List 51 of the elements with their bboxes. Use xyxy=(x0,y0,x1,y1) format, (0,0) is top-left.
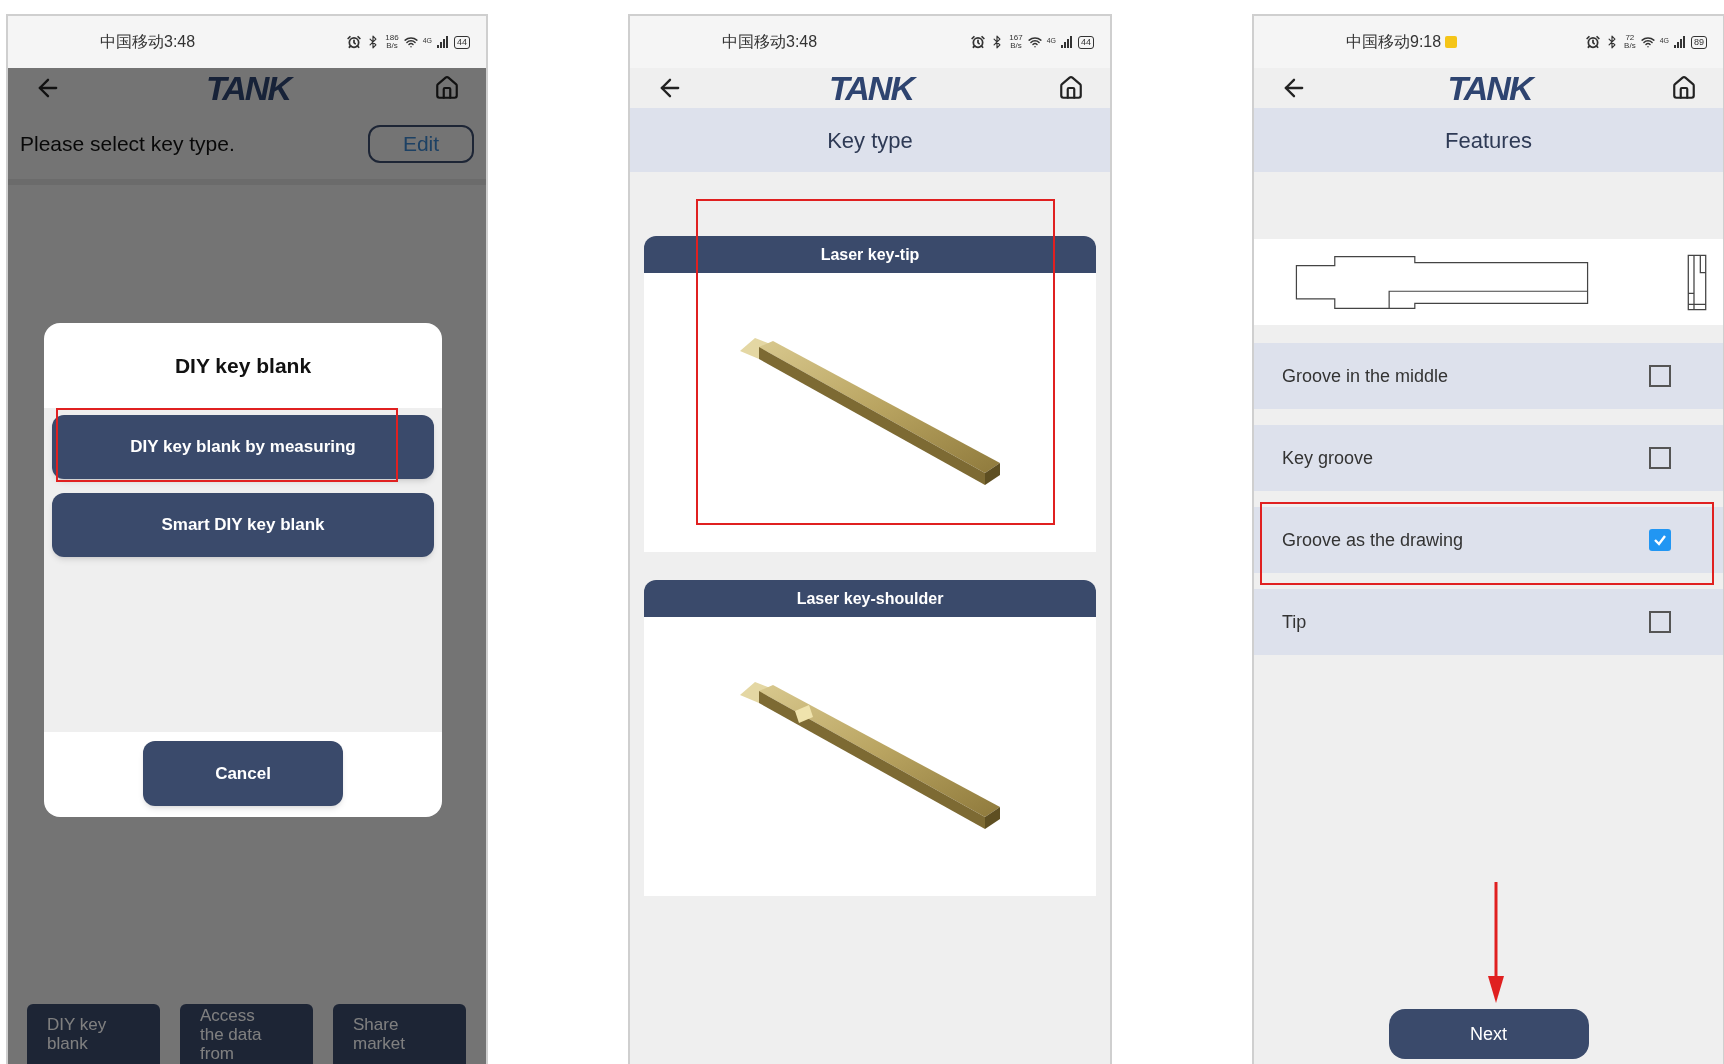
card-title: Laser key-tip xyxy=(820,244,920,265)
alarm-icon xyxy=(1586,35,1601,49)
feature-label: Groove as the drawing xyxy=(1282,528,1464,552)
feature-label: Tip xyxy=(1282,610,1307,634)
checkbox[interactable] xyxy=(1649,447,1671,469)
battery-indicator: 89 xyxy=(1691,35,1707,49)
page-title: Features xyxy=(1445,126,1532,155)
dialog-title: DIY key blank xyxy=(174,352,312,379)
checkbox[interactable] xyxy=(1649,611,1671,633)
carrier-time: 中国移动3:48 xyxy=(722,32,818,52)
option-button[interactable]: Smart DIY key blank xyxy=(52,493,434,557)
wifi-icon xyxy=(1640,35,1655,49)
option-button[interactable]: DIY key blank by measuring xyxy=(52,415,434,479)
feature-row[interactable]: Groove in the middle xyxy=(1254,343,1723,409)
signal-icon xyxy=(1061,36,1073,48)
key-type-card[interactable]: Laser key-shoulder xyxy=(644,580,1096,896)
speed-unit: B/s xyxy=(386,42,398,50)
page-title: Key type xyxy=(827,126,913,155)
signal-icon xyxy=(1674,36,1686,48)
card-title: Laser key-shoulder xyxy=(796,588,944,609)
feature-row[interactable]: Groove as the drawing xyxy=(1254,507,1723,573)
feature-label: Key groove xyxy=(1282,446,1374,470)
speed-value: 72 xyxy=(1625,34,1635,42)
alarm-icon xyxy=(347,35,362,49)
menu-tile[interactable]: Access the data from xyxy=(180,1004,313,1064)
carrier-time: 中国移动9:18 xyxy=(1346,32,1442,52)
cancel-button[interactable]: Cancel xyxy=(143,741,343,806)
feature-row[interactable]: Tip xyxy=(1254,589,1723,655)
signal-icon xyxy=(437,36,449,48)
feature-label: Groove in the middle xyxy=(1282,364,1449,388)
speed-unit: B/s xyxy=(1624,42,1636,50)
home-icon[interactable] xyxy=(1671,75,1697,101)
speed-value: 167 xyxy=(1009,34,1023,42)
home-icon[interactable] xyxy=(1058,75,1084,101)
speed-value: 186 xyxy=(385,34,399,42)
key-type-card[interactable]: Laser key-tip xyxy=(644,236,1096,552)
key-side-drawing xyxy=(1687,253,1707,311)
battery-indicator: 44 xyxy=(1078,35,1094,49)
feature-row[interactable]: Key groove xyxy=(1254,425,1723,491)
battery-indicator: 44 xyxy=(454,35,470,49)
menu-tile[interactable]: Share market xyxy=(333,1004,466,1064)
carrier-time: 中国移动3:48 xyxy=(100,32,196,52)
speed-unit: B/s xyxy=(1010,42,1022,50)
checkbox[interactable] xyxy=(1649,365,1671,387)
wifi-icon xyxy=(403,35,418,49)
alarm-icon xyxy=(971,35,986,49)
menu-tile[interactable]: DIY key blank xyxy=(27,1004,160,1064)
prompt-text: Please select key type. xyxy=(20,130,235,157)
checkbox[interactable] xyxy=(1649,529,1671,551)
next-button[interactable]: Next xyxy=(1388,1009,1589,1059)
wifi-icon xyxy=(1027,35,1042,49)
